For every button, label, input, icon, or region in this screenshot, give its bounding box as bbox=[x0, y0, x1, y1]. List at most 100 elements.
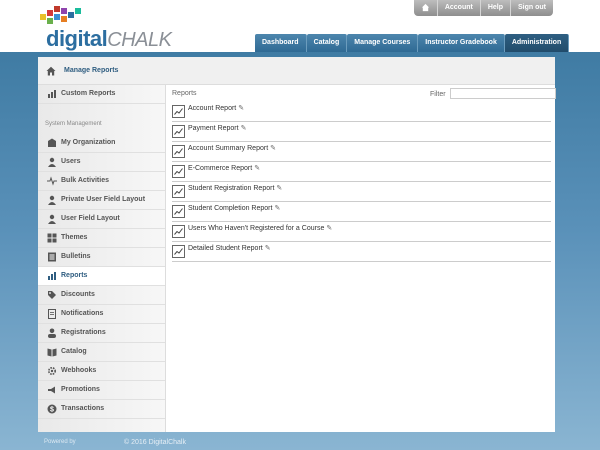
report-link[interactable]: Users Who Haven't Registered for a Cours… bbox=[188, 224, 332, 232]
edit-pencil-icon[interactable]: ✎ bbox=[254, 165, 260, 172]
report-link[interactable]: E-Commerce Report ✎ bbox=[188, 164, 260, 172]
report-name: Account Summary Report bbox=[188, 145, 269, 152]
line-chart-icon bbox=[172, 145, 185, 158]
sidebar-item-user-field-layout[interactable]: User Field Layout bbox=[38, 210, 165, 229]
sidebar-item-label: Registrations bbox=[61, 329, 106, 336]
user-icon bbox=[47, 214, 57, 224]
report-name: Student Completion Report bbox=[188, 205, 273, 212]
line-chart-icon bbox=[172, 165, 185, 178]
svg-text:$: $ bbox=[50, 407, 54, 414]
report-link[interactable]: Account Summary Report ✎ bbox=[188, 144, 276, 152]
book-icon bbox=[47, 347, 57, 357]
report-name: Student Registration Report bbox=[188, 185, 275, 192]
sidebar-item-notifications[interactable]: Notifications bbox=[38, 305, 165, 324]
report-link[interactable]: Payment Report ✎ bbox=[188, 124, 246, 132]
report-row[interactable]: Users Who Haven't Registered for a Cours… bbox=[172, 222, 551, 242]
edit-pencil-icon[interactable]: ✎ bbox=[276, 185, 282, 192]
sidebar-item-custom-reports[interactable]: Custom Reports bbox=[38, 85, 165, 104]
report-name: E-Commerce Report bbox=[188, 165, 253, 172]
report-link[interactable]: Student Completion Report ✎ bbox=[188, 204, 280, 212]
breadcrumb-title[interactable]: Manage Reports bbox=[64, 67, 118, 74]
logo-text: digitalCHALK bbox=[46, 26, 172, 52]
report-row[interactable]: Student Completion Report ✎ bbox=[172, 202, 551, 222]
report-name: Account Report bbox=[188, 105, 237, 112]
tab-instructor-gradebook[interactable]: Instructor Gradebook bbox=[418, 34, 505, 52]
person-icon bbox=[47, 328, 57, 338]
report-row[interactable]: E-Commerce Report ✎ bbox=[172, 162, 551, 182]
report-row[interactable]: Account Report ✎ bbox=[172, 102, 551, 122]
sidebar-item-label: Transactions bbox=[61, 405, 105, 412]
user-icon bbox=[47, 195, 57, 205]
sidebar-item-webhooks[interactable]: Webhooks bbox=[38, 362, 165, 381]
home-button[interactable] bbox=[414, 0, 437, 16]
top-utility-nav: Account Help Sign out bbox=[413, 0, 553, 16]
sidebar-item-label: Bulletins bbox=[61, 253, 91, 260]
sidebar-item-label: Custom Reports bbox=[61, 90, 116, 97]
report-row[interactable]: Account Summary Report ✎ bbox=[172, 142, 551, 162]
home-icon[interactable] bbox=[46, 66, 56, 76]
bar-chart-icon bbox=[47, 271, 57, 281]
sidebar-item-catalog[interactable]: Catalog bbox=[38, 343, 165, 362]
sidebar-item-label: Notifications bbox=[61, 310, 104, 317]
edit-pencil-icon[interactable]: ✎ bbox=[241, 125, 247, 132]
sidebar-item-registrations[interactable]: Registrations bbox=[38, 324, 165, 343]
sidebar-item-label: Promotions bbox=[61, 386, 100, 393]
report-name: Detailed Student Report bbox=[188, 245, 263, 252]
sidebar-item-label: User Field Layout bbox=[61, 215, 120, 222]
gear-icon bbox=[47, 366, 57, 376]
sidebar-item-private-user-field-layout[interactable]: Private User Field Layout bbox=[38, 191, 165, 210]
pulse-icon bbox=[47, 176, 57, 186]
line-chart-icon bbox=[172, 225, 185, 238]
sidebar-item-reports[interactable]: Reports bbox=[38, 267, 165, 286]
tab-dashboard[interactable]: Dashboard bbox=[255, 34, 307, 52]
line-chart-icon bbox=[172, 245, 185, 258]
grid-icon bbox=[47, 233, 57, 243]
report-link[interactable]: Detailed Student Report ✎ bbox=[188, 244, 271, 252]
sidebar-item-label: Themes bbox=[61, 234, 88, 241]
sidebar-item-label: My Organization bbox=[61, 139, 116, 146]
filter-input[interactable] bbox=[450, 88, 556, 99]
logo-mosaic-icon bbox=[40, 6, 96, 28]
report-link[interactable]: Student Registration Report ✎ bbox=[188, 184, 282, 192]
breadcrumb: Manage Reports bbox=[38, 57, 555, 85]
header: digitalCHALK Account Help Sign out Dashb… bbox=[0, 0, 600, 52]
sidebar-item-bulk-activities[interactable]: Bulk Activities bbox=[38, 172, 165, 191]
tab-administration[interactable]: Administration bbox=[504, 34, 570, 52]
sidebar-item-promotions[interactable]: Promotions bbox=[38, 381, 165, 400]
sidebar-item-label: Bulk Activities bbox=[61, 177, 109, 184]
help-link[interactable]: Help bbox=[479, 0, 510, 16]
sidebar-item-users[interactable]: Users bbox=[38, 153, 165, 172]
sidebar-item-bulletins[interactable]: Bulletins bbox=[38, 248, 165, 267]
sidebar-item-my-organization[interactable]: My Organization bbox=[38, 134, 165, 153]
report-name: Users Who Haven't Registered for a Cours… bbox=[188, 225, 325, 232]
sidebar-section-label: System Management bbox=[45, 121, 102, 127]
building-icon bbox=[47, 138, 57, 148]
sidebar-item-themes[interactable]: Themes bbox=[38, 229, 165, 248]
tag-icon bbox=[47, 290, 57, 300]
report-link[interactable]: Account Report ✎ bbox=[188, 104, 244, 112]
sidebar-item-transactions[interactable]: $ Transactions bbox=[38, 400, 165, 419]
report-row[interactable]: Student Registration Report ✎ bbox=[172, 182, 551, 202]
sidebar-item-discounts[interactable]: Discounts bbox=[38, 286, 165, 305]
report-row[interactable]: Payment Report ✎ bbox=[172, 122, 551, 142]
logo-digital: digital bbox=[46, 26, 108, 51]
edit-pencil-icon[interactable]: ✎ bbox=[326, 225, 332, 232]
edit-pencil-icon[interactable]: ✎ bbox=[265, 245, 271, 252]
edit-pencil-icon[interactable]: ✎ bbox=[270, 145, 276, 152]
edit-pencil-icon[interactable]: ✎ bbox=[238, 105, 244, 112]
sidebar-item-label: Webhooks bbox=[61, 367, 97, 374]
digitalchalk-logo[interactable]: digitalCHALK bbox=[38, 6, 178, 52]
line-chart-icon bbox=[172, 185, 185, 198]
sidebar-item-label: Reports bbox=[61, 272, 88, 279]
line-chart-icon bbox=[172, 125, 185, 138]
edit-pencil-icon[interactable]: ✎ bbox=[274, 205, 280, 212]
bar-chart-icon bbox=[47, 89, 57, 99]
signout-link[interactable]: Sign out bbox=[510, 0, 553, 16]
account-link[interactable]: Account bbox=[436, 0, 480, 16]
report-row[interactable]: Detailed Student Report ✎ bbox=[172, 242, 551, 262]
sidebar-item-label: Discounts bbox=[61, 291, 95, 298]
sidebar-item-label: Private User Field Layout bbox=[61, 196, 146, 203]
tab-catalog[interactable]: Catalog bbox=[306, 34, 348, 52]
megaphone-icon bbox=[47, 385, 57, 395]
tab-manage-courses[interactable]: Manage Courses bbox=[347, 34, 419, 52]
